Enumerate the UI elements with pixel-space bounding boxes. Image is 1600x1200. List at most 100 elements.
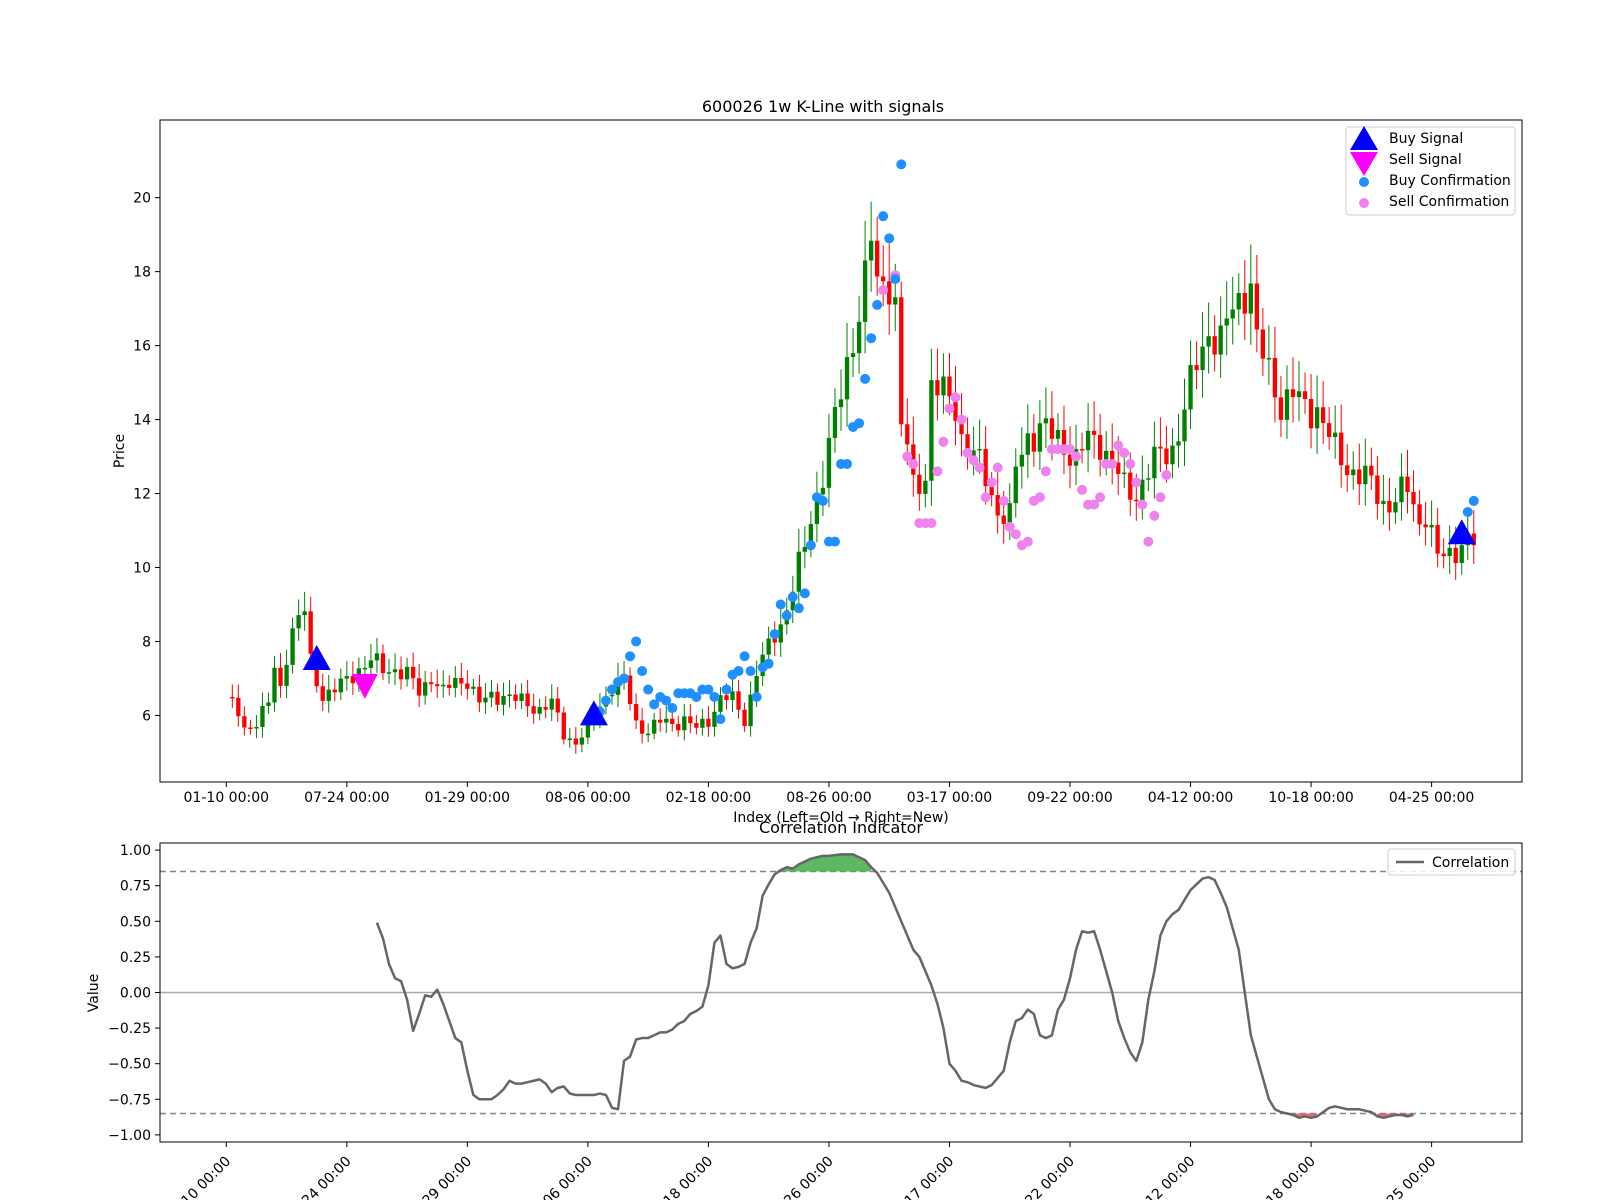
candle-body: [832, 407, 838, 438]
candle-body: [1013, 466, 1018, 504]
candle-body: [386, 672, 392, 674]
sell-confirmation-dot: [1040, 466, 1051, 477]
candle-body: [923, 480, 928, 494]
candle-body: [796, 551, 801, 592]
candle-body: [682, 716, 687, 731]
candle-body: [254, 726, 259, 729]
candle-body: [700, 718, 705, 728]
buy-confirmation-dot: [787, 592, 798, 603]
candle-body: [1260, 329, 1266, 359]
buy-confirmation-dot: [896, 159, 907, 170]
candle-body: [893, 297, 898, 305]
candle-body: [670, 718, 675, 724]
correlation-y-tick-label: −0.75: [108, 1092, 151, 1108]
candle-body: [272, 667, 277, 703]
candle-body: [1206, 336, 1211, 347]
candle-body: [422, 682, 428, 696]
candle-body: [1025, 433, 1030, 455]
correlation-y-tick-label: 0.00: [120, 986, 151, 1002]
candle-body: [609, 694, 615, 697]
sell-confirmation-dot: [1022, 536, 1033, 547]
candle-body: [501, 696, 506, 705]
candle-body: [495, 691, 500, 705]
candle-body: [1447, 547, 1452, 557]
candle-body: [887, 281, 892, 305]
candle-body: [874, 240, 880, 277]
candle-body: [1164, 448, 1169, 465]
candle-body: [410, 666, 416, 679]
sell-confirmation-dot: [974, 462, 985, 473]
candle-body: [1079, 449, 1085, 451]
candle-body: [820, 487, 826, 495]
buy-confirmation-dot: [1462, 507, 1473, 518]
candle-body: [1176, 441, 1181, 446]
candle-body: [447, 684, 452, 688]
candle-body: [1248, 283, 1253, 314]
candle-body: [881, 276, 886, 282]
candle-body: [868, 240, 874, 261]
candle-body: [242, 716, 247, 728]
candle-body: [531, 706, 536, 714]
candle-body: [658, 719, 663, 723]
buy-confirmation-dot: [769, 629, 780, 640]
candle-body: [573, 738, 579, 745]
candle-body: [392, 669, 398, 673]
candle-body: [1363, 465, 1368, 485]
candle-body: [1375, 475, 1380, 504]
legend-buy-confirmation-label: Buy Confirmation: [1389, 173, 1511, 189]
correlation-y-tick-label: 0.50: [120, 914, 151, 930]
candle-body: [688, 716, 693, 724]
candle-body: [320, 686, 325, 701]
candle-body: [555, 698, 560, 713]
buy-confirmation-dot: [878, 211, 889, 222]
candle-body: [1128, 472, 1133, 500]
candle-body: [477, 686, 482, 703]
candle-body: [236, 697, 241, 717]
candle-body: [248, 727, 253, 730]
candle-body: [652, 719, 657, 734]
candle-body: [1007, 503, 1012, 524]
candle-body: [1423, 524, 1428, 528]
correlation-y-tick-label: 0.75: [120, 879, 151, 895]
candle-body: [1405, 476, 1410, 493]
candle-body: [266, 702, 271, 707]
candle-body: [326, 689, 331, 701]
candle-body: [645, 733, 651, 736]
buy-confirmation-dot: [860, 373, 871, 384]
correlation-y-tick-label: 0.25: [120, 950, 151, 966]
candle-body: [537, 707, 542, 714]
candle-body: [1019, 454, 1024, 467]
sell-confirmation-dot: [1071, 451, 1082, 462]
sell-confirmation-dot: [932, 466, 943, 477]
candle-body: [1339, 432, 1344, 466]
legend-buy-confirmation-dot: [1359, 177, 1369, 187]
candle-body: [1170, 445, 1175, 465]
correlation-y-tick-label: −1.00: [108, 1128, 151, 1144]
candle-body: [995, 495, 1000, 516]
kline-legend: Buy Signal Sell Signal Buy Confirmation …: [1345, 126, 1516, 216]
correlation-legend: Correlation: [1387, 848, 1516, 876]
candle-body: [429, 682, 434, 685]
candle-body: [1152, 446, 1157, 479]
kline-y-tick-label: 16: [133, 339, 151, 355]
candle-body: [471, 686, 476, 689]
kline-y-label: Price: [112, 434, 128, 468]
kline-y-tick-label: 10: [133, 560, 151, 576]
candle-body: [459, 677, 464, 684]
candle-body: [989, 486, 994, 496]
legend-sell-confirmation-dot: [1359, 198, 1369, 208]
sell-confirmation-dot: [1155, 492, 1166, 503]
sell-confirmation-dot: [1107, 458, 1118, 469]
legend-sell-signal-label: Sell Signal: [1389, 152, 1462, 168]
candle-body: [1218, 325, 1223, 355]
correlation-y-tick-label: −0.50: [108, 1057, 151, 1073]
candle-body: [664, 718, 669, 723]
buy-confirmation-dot: [709, 691, 720, 702]
candle-body: [344, 676, 349, 679]
candle-body: [1122, 472, 1127, 475]
sell-confirmation-dot: [1119, 447, 1130, 458]
candle-body: [1290, 389, 1296, 398]
kline-y-tick-label: 14: [133, 413, 151, 429]
candle-body: [1200, 346, 1205, 371]
buy-confirmation-dot: [817, 495, 828, 506]
